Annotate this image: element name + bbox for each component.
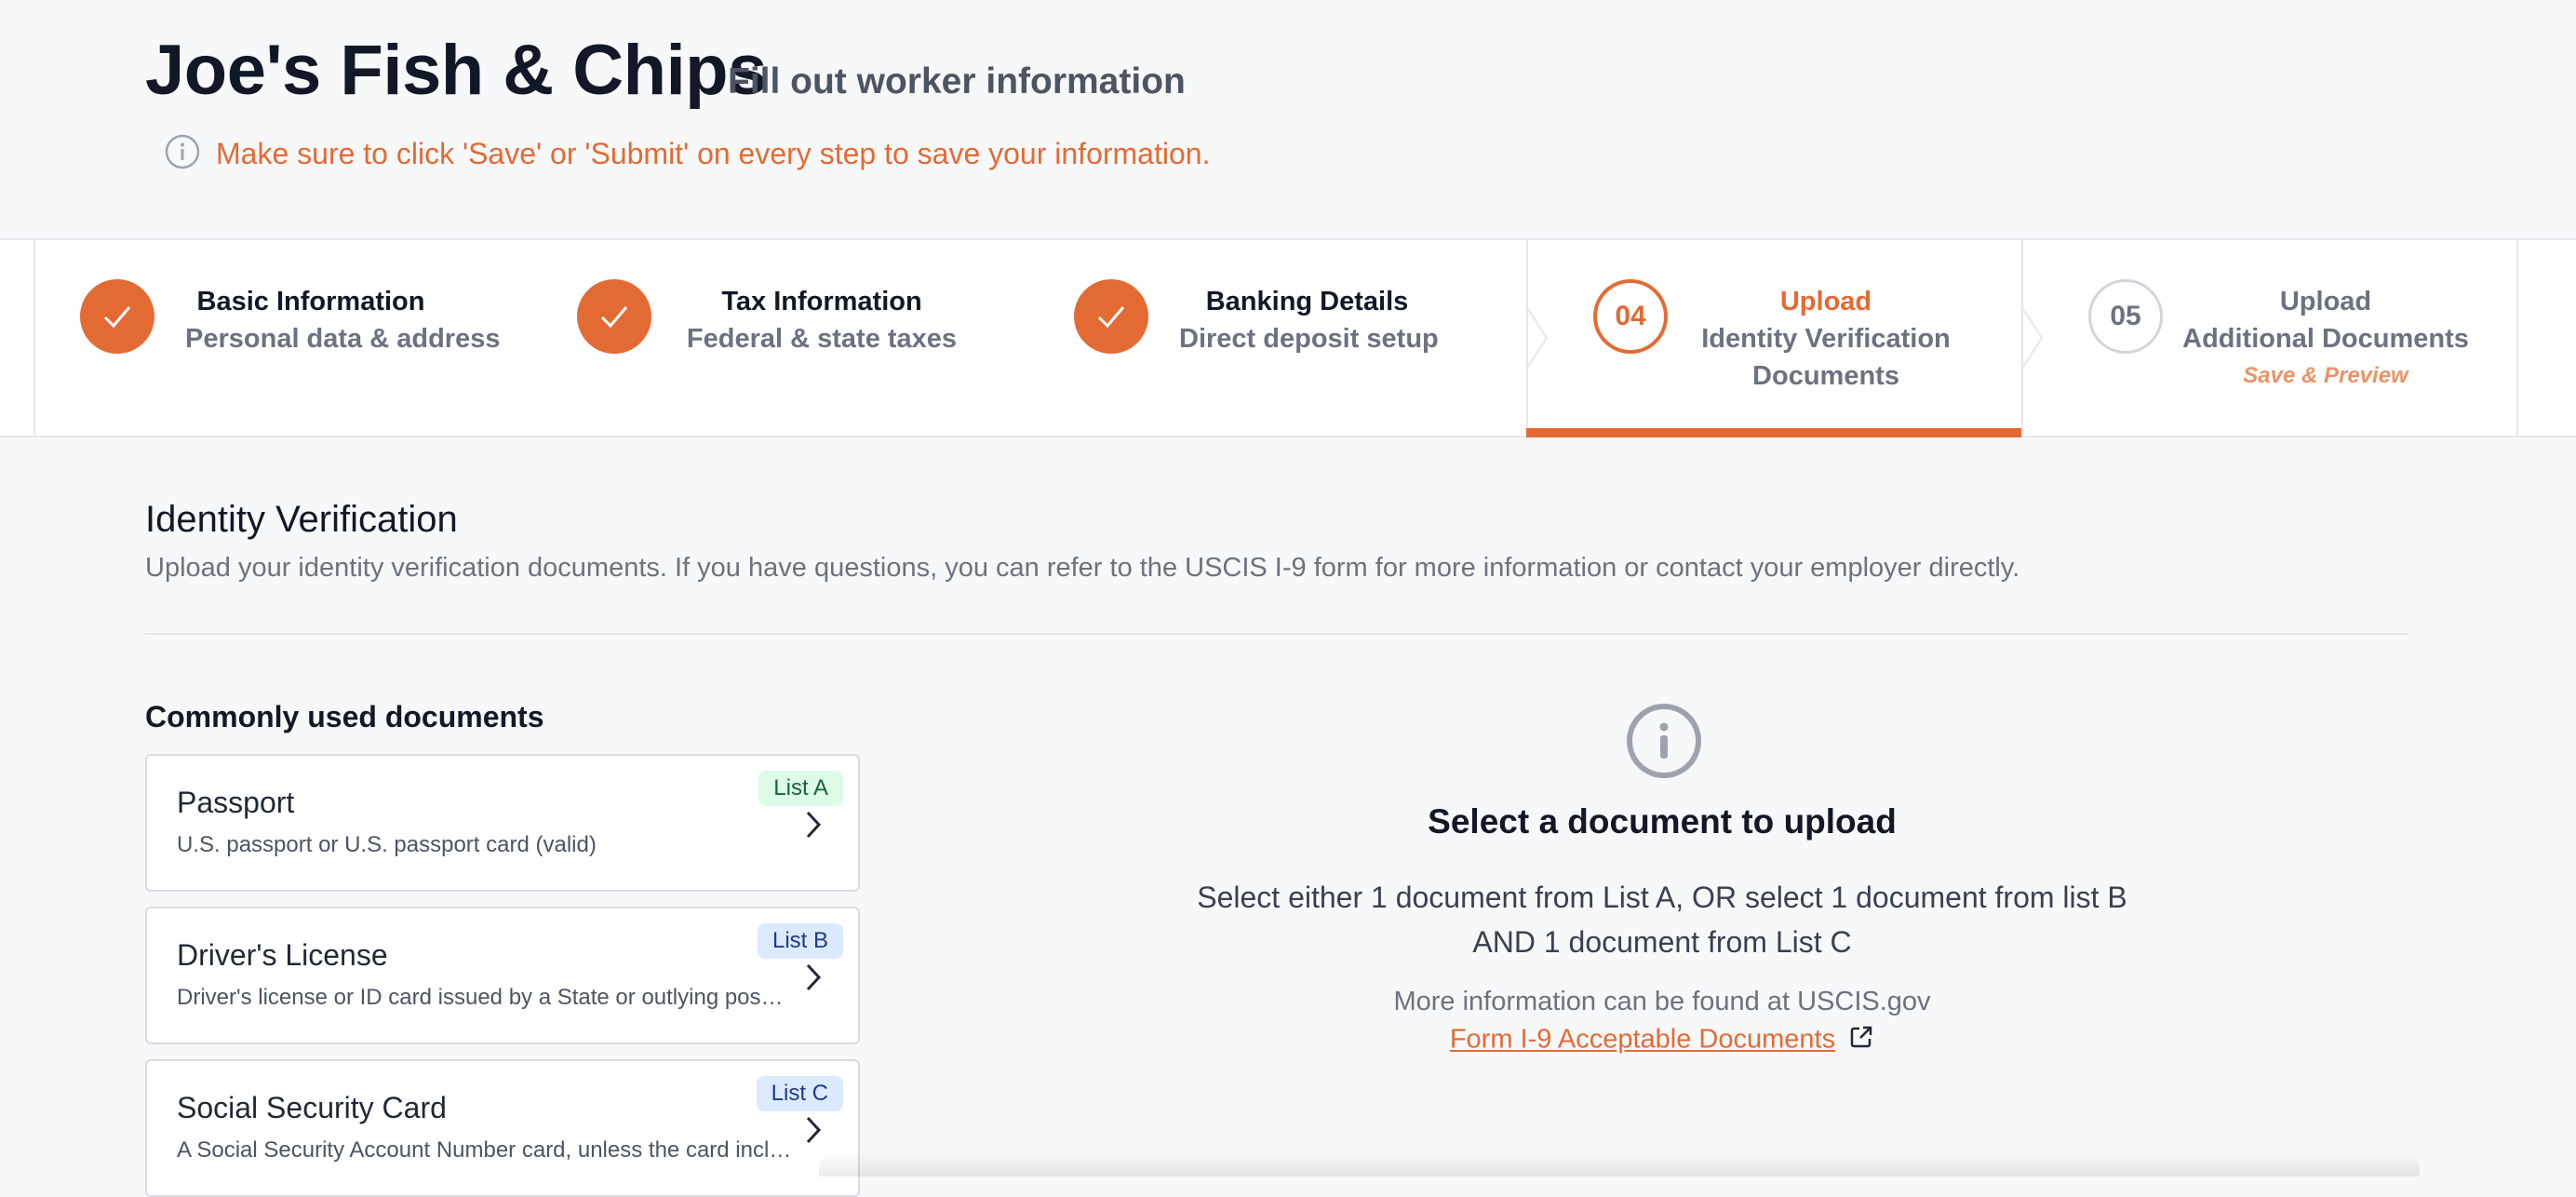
step-tax-information[interactable]: Tax Information Federal & state taxes xyxy=(530,240,1024,436)
document-name: Passport xyxy=(177,786,295,819)
step-banking-details[interactable]: Banking Details Direct deposit setup xyxy=(1027,240,1526,436)
step-text: Upload Additional Documents Save & Previ… xyxy=(2181,283,2470,395)
list-badge: List C xyxy=(756,1076,843,1111)
company-name: Joe's Fish & Chips xyxy=(145,31,767,110)
document-description: Driver's license or ID card issued by a … xyxy=(177,985,793,1010)
step-basic-information[interactable]: Basic Information Personal data & addres… xyxy=(34,240,527,436)
document-card-passport[interactable]: Passport U.S. passport or U.S. passport … xyxy=(145,754,860,892)
step-subtitle: Personal data & address xyxy=(185,324,501,354)
bottom-panel-shadow xyxy=(819,1150,2420,1177)
step-text: Tax Information Federal & state taxes xyxy=(682,283,961,357)
checkmark-icon xyxy=(80,279,154,354)
instructions-line2: AND 1 document from List C xyxy=(1472,925,1852,959)
list-badge: List B xyxy=(757,923,843,959)
document-name: Driver's License xyxy=(177,938,388,972)
step-subtitle-line2: Documents xyxy=(1752,361,1899,391)
page-subtitle: Fill out worker information xyxy=(728,61,1186,101)
chevron-right-icon xyxy=(804,1115,823,1150)
documents-heading: Commonly used documents xyxy=(145,700,544,733)
upload-panel-instructions: Select either 1 document from List A, OR… xyxy=(1150,875,2174,964)
more-info-text: More information can be found at USCIS.g… xyxy=(1393,987,1931,1016)
step-subtitle: Identity Verification xyxy=(1701,324,1951,354)
progress-stepper: Basic Information Personal data & addres… xyxy=(0,238,2576,437)
step-text: Banking Details Direct deposit setup xyxy=(1179,283,1439,357)
info-circle-icon xyxy=(1625,702,1703,785)
external-link-icon[interactable] xyxy=(1848,1024,1874,1057)
list-badge: List A xyxy=(758,771,843,806)
chevron-right-icon xyxy=(804,962,823,997)
upload-panel-title: Select a document to upload xyxy=(1428,802,1897,841)
step-title: Tax Information xyxy=(721,287,922,316)
stepper-divider xyxy=(2516,240,2518,436)
step-text: Basic Information Personal data & addres… xyxy=(185,283,501,357)
step-number-04: 04 xyxy=(1593,279,1668,354)
info-circle-icon xyxy=(164,133,201,175)
step-text: Upload Identity Verification Documents xyxy=(1691,283,1961,395)
chevron-right-icon xyxy=(804,810,823,844)
step-upload-identity[interactable]: 04 Upload Identity Verification Document… xyxy=(1528,240,2021,436)
section-description: Upload your identity verification docume… xyxy=(145,553,2020,583)
step-title: Upload xyxy=(1779,287,1872,316)
save-notice-text: Make sure to click 'Save' or 'Submit' on… xyxy=(216,137,1211,170)
step-title: Upload xyxy=(2279,287,2372,316)
document-name: Social Security Card xyxy=(177,1091,447,1124)
step-subtitle: Federal & state taxes xyxy=(686,324,958,354)
step-title: Basic Information xyxy=(196,287,425,316)
step-note: Save & Preview xyxy=(2243,363,2408,388)
step-upload-additional[interactable]: 05 Upload Additional Documents Save & Pr… xyxy=(2023,240,2516,436)
checkmark-icon xyxy=(1074,279,1148,354)
step-subtitle: Direct deposit setup xyxy=(1179,324,1439,354)
checkmark-icon xyxy=(577,279,651,354)
active-step-indicator xyxy=(1526,428,2021,437)
acceptable-documents-link[interactable]: Form I-9 Acceptable Documents xyxy=(1450,1025,1835,1055)
step-subtitle: Additional Documents xyxy=(2182,324,2469,354)
document-description: A Social Security Account Number card, u… xyxy=(177,1137,793,1163)
acceptable-documents-link-row: Form I-9 Acceptable Documents xyxy=(1197,1024,2127,1057)
save-notice: Make sure to click 'Save' or 'Submit' on… xyxy=(164,133,1210,175)
document-description: U.S. passport or U.S. passport card (val… xyxy=(177,832,597,857)
step-title: Banking Details xyxy=(1205,287,1409,316)
step-number-05: 05 xyxy=(2088,279,2163,354)
document-card-drivers-license[interactable]: Driver's License Driver's license or ID … xyxy=(145,907,860,1044)
section-title: Identity Verification xyxy=(145,499,458,540)
section-divider xyxy=(145,633,2408,635)
instructions-line1: Select either 1 document from List A, OR… xyxy=(1197,881,2127,914)
